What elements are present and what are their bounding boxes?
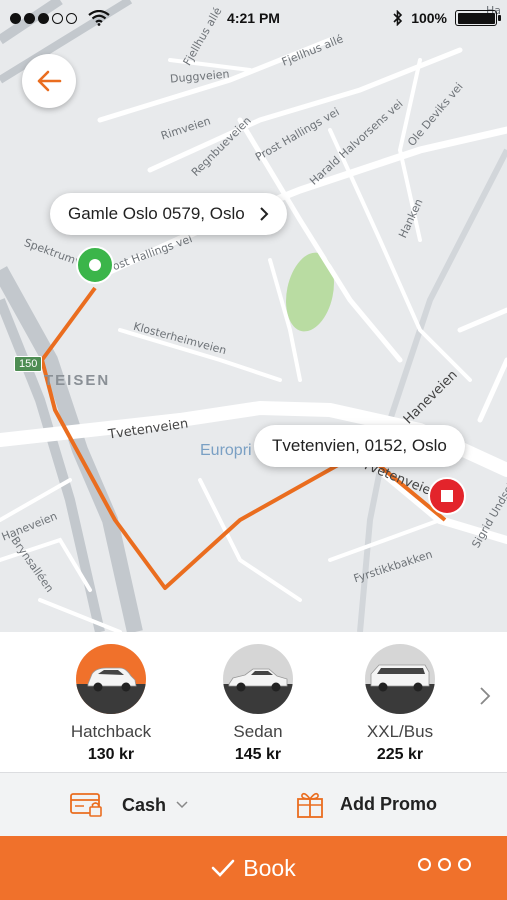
add-promo-label: Add Promo [340,793,437,814]
signal-dot [38,12,49,24]
status-bar: 4:21 PM 100% [0,0,507,36]
add-promo-button[interactable]: Add Promo [296,789,437,819]
road-shield: 150 [14,356,43,372]
vehicle-price: 225 kr [376,746,424,763]
battery-icon [455,10,501,26]
battery-level [457,12,495,24]
gift-icon [297,792,323,818]
car-icon [76,644,146,714]
signal-strength [10,10,110,26]
destination-pin-icon[interactable] [427,476,467,516]
origin-pin-icon[interactable] [75,245,115,285]
vehicle-name: Hatchback [70,722,152,741]
signal-dot [66,12,77,24]
more-dot-icon [438,858,451,871]
chevron-right-icon[interactable] [479,686,491,706]
more-options-button[interactable] [418,858,471,871]
checkmark-icon [211,859,235,877]
bus-icon [365,644,435,714]
poi-label: Europri [200,442,252,459]
more-dot-icon [418,858,431,871]
vehicle-option-xxl-bus[interactable]: XXL/Bus 225 kr [340,632,460,764]
book-bar: Book [0,836,507,900]
more-dot-icon [458,858,471,871]
map-view[interactable]: Fjellhus allé Fjellhus allé Duggveien Ri… [0,0,507,632]
destination-address: Tvetenvien, 0152, Oslo [272,436,447,455]
car-icon [223,644,293,714]
chevron-down-icon [176,801,188,809]
vehicle-option-hatchback[interactable]: Hatchback 130 kr [51,632,171,764]
back-button[interactable] [22,54,76,108]
chevron-right-icon [259,207,269,221]
book-button[interactable]: Book [211,854,296,882]
signal-dot [24,12,35,24]
vehicle-option-sedan[interactable]: Sedan 145 kr [198,632,318,764]
payment-method-label: Cash [122,794,167,815]
signal-dot [10,12,21,24]
payment-method-select[interactable]: Cash [70,791,188,819]
vehicle-price: 145 kr [234,746,282,763]
vehicle-price: 130 kr [87,746,135,763]
map-roads [0,0,507,632]
district-label: TEISEN [44,372,111,389]
vehicle-selector: Hatchback 130 kr Sedan 145 kr XXL/Bus 22… [0,632,507,772]
book-label: Book [243,854,296,881]
signal-dot [52,12,63,24]
cash-card-lock-icon [70,793,102,817]
vehicle-name: Sedan [233,722,283,741]
origin-address: Gamle Oslo 0579, Oslo [68,204,245,223]
bluetooth-icon [393,10,403,26]
battery-percent: 100% [411,10,447,26]
wifi-icon [88,10,110,26]
origin-address-bubble[interactable]: Gamle Oslo 0579, Oslo [50,193,287,235]
payment-row: Cash Add Promo [0,772,507,836]
vehicle-name: XXL/Bus [366,722,434,741]
arrow-left-icon [37,70,62,92]
destination-address-bubble[interactable]: Tvetenvien, 0152, Oslo [254,425,465,467]
